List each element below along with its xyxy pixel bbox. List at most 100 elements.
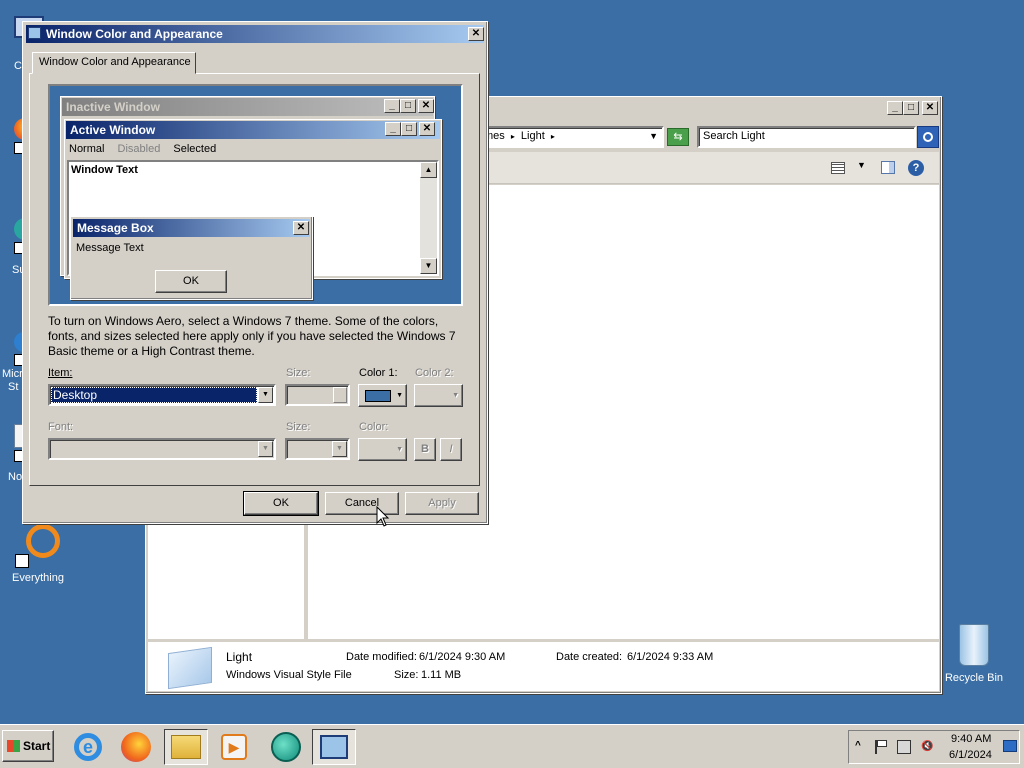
firefox-icon xyxy=(121,732,151,762)
scroll-down-icon: ▼ xyxy=(420,258,437,274)
help-icon[interactable]: ? xyxy=(908,160,924,176)
size-value: 1.11 MB xyxy=(421,669,462,681)
preview-menu-bar: Normal Disabled Selected xyxy=(69,143,216,155)
color2-picker: ▼ xyxy=(414,384,463,407)
preview-active-title-bar: Active Window xyxy=(66,121,440,139)
date-created-value: 6/1/2024 9:33 AM xyxy=(627,651,714,663)
preview-msgbox-title-bar: Message Box xyxy=(73,219,310,237)
everything-icon xyxy=(26,524,60,558)
recycle-bin-label: Recycle Bin xyxy=(944,672,1004,684)
display-settings-icon xyxy=(320,735,348,759)
tab-label: Window Color and Appearance xyxy=(39,56,191,68)
windows-logo-icon xyxy=(7,740,20,752)
taskbar-media-player[interactable]: ▶ xyxy=(212,729,256,765)
chevron-down-icon: ▼ xyxy=(396,446,403,453)
details-pane: Light Windows Visual Style File Date mod… xyxy=(148,642,939,691)
dialog-title-bar: Window Color and Appearance xyxy=(26,25,484,43)
bold-button: B xyxy=(414,438,436,461)
chevron-down-icon[interactable]: ▼ xyxy=(258,387,273,403)
item-selected-value: Desktop xyxy=(51,387,257,403)
shortcut-arrow-icon xyxy=(15,554,29,568)
desktop-icon-label: St xyxy=(8,381,19,393)
folder-icon xyxy=(171,735,201,759)
desktop-icon-label: No xyxy=(8,471,23,483)
minimize-button[interactable]: _ xyxy=(887,101,903,115)
close-button: ✕ xyxy=(293,221,309,235)
view-options-icon[interactable] xyxy=(831,162,845,174)
recycle-bin-desktop-icon[interactable]: Recycle Bin xyxy=(936,624,1012,684)
search-input[interactable]: Search Light xyxy=(697,126,916,148)
preview-msgbox-ok-button: OK xyxy=(155,270,227,293)
everything-desktop-icon[interactable]: Everything xyxy=(0,524,76,584)
messenger-icon xyxy=(271,732,301,762)
display-settings-icon xyxy=(28,27,41,39)
color1-swatch xyxy=(365,390,391,402)
aero-info-text: To turn on Windows Aero, select a Window… xyxy=(48,314,456,358)
breadcrumb-current[interactable]: Light xyxy=(521,130,545,142)
preview-pane-icon[interactable] xyxy=(881,161,895,174)
minimize-button: _ xyxy=(384,99,400,113)
taskbar-messenger[interactable] xyxy=(264,729,308,765)
maximize-button: □ xyxy=(400,99,416,113)
maximize-button: □ xyxy=(401,122,417,136)
search-icon xyxy=(923,132,933,142)
item-dropdown[interactable]: Desktop ▼ xyxy=(48,384,276,406)
spinner-arrows-icon xyxy=(333,387,347,403)
preview-scrollbar: ▲ ▼ xyxy=(420,162,437,274)
refresh-button[interactable]: ⇆ xyxy=(667,128,689,146)
show-hidden-icons-icon[interactable]: ^ xyxy=(855,740,861,751)
preview-active-title: Active Window xyxy=(70,123,156,137)
close-button: ✕ xyxy=(418,99,434,113)
color2-label: Color 2: xyxy=(415,367,454,379)
tab-page: Inactive Window _ □ ✕ Active Window _ □ … xyxy=(29,73,480,486)
clock-date[interactable]: 6/1/2024 xyxy=(949,749,992,761)
taskbar-firefox[interactable] xyxy=(114,729,158,765)
color1-picker[interactable]: ▼ xyxy=(358,384,407,407)
font-color-picker: ▼ xyxy=(358,438,407,461)
show-desktop-icon[interactable] xyxy=(1003,740,1017,752)
close-button[interactable]: ✕ xyxy=(468,27,484,41)
taskbar: Start e ▶ ^ 🔇 9:40 AM 6/1/2024 xyxy=(0,724,1024,768)
taskbar-file-explorer[interactable] xyxy=(164,729,208,765)
network-icon[interactable] xyxy=(897,740,911,754)
file-type: Windows Visual Style File xyxy=(226,669,352,681)
font-size-label: Size: xyxy=(286,421,311,433)
preview-inactive-title-bar: Inactive Window xyxy=(62,98,433,116)
preview-menu-disabled: Disabled xyxy=(117,143,161,155)
chevron-down-icon: ▼ xyxy=(332,441,347,457)
chevron-down-icon: ▼ xyxy=(258,441,273,457)
preview-menu-selected: Selected xyxy=(173,143,217,155)
taskbar-display-settings[interactable] xyxy=(312,729,356,765)
taskbar-internet-explorer[interactable]: e xyxy=(66,729,110,765)
date-modified-label: Date modified: xyxy=(346,651,417,663)
tab-window-color-and-appearance[interactable]: Window Color and Appearance xyxy=(32,52,196,74)
breadcrumb-separator-icon[interactable]: ▸ xyxy=(551,132,555,141)
item-size-spinner xyxy=(285,384,350,406)
internet-explorer-icon: e xyxy=(74,733,102,761)
preview-window-text: Window Text xyxy=(71,164,138,176)
scroll-up-icon: ▲ xyxy=(420,162,437,178)
italic-button: I xyxy=(440,438,462,461)
font-size-dropdown: ▼ xyxy=(285,438,350,460)
color1-label: Color 1: xyxy=(359,367,398,379)
ok-button[interactable]: OK xyxy=(243,491,319,516)
date-modified-value: 6/1/2024 9:30 AM xyxy=(419,651,506,663)
chevron-down-icon: ▼ xyxy=(452,392,459,399)
volume-muted-icon[interactable]: 🔇 xyxy=(921,740,935,754)
font-label: Font: xyxy=(48,421,74,433)
start-button[interactable]: Start xyxy=(2,730,54,762)
apply-button: Apply xyxy=(405,492,479,515)
search-button[interactable] xyxy=(917,126,939,148)
item-size-label: Size: xyxy=(286,367,311,379)
start-label: Start xyxy=(23,739,51,753)
breadcrumb-separator-icon[interactable]: ▸ xyxy=(511,132,515,141)
close-button[interactable]: ✕ xyxy=(922,101,938,115)
visual-style-file-icon xyxy=(168,646,212,690)
view-dropdown-icon[interactable]: ▼ xyxy=(857,160,866,170)
preview-area: Inactive Window _ □ ✕ Active Window _ □ … xyxy=(48,84,463,306)
media-player-icon: ▶ xyxy=(221,734,247,760)
address-dropdown-icon[interactable]: ▼ xyxy=(649,128,658,144)
clock-time[interactable]: 9:40 AM xyxy=(951,733,991,745)
action-center-flag-icon[interactable] xyxy=(875,740,887,754)
maximize-button[interactable]: □ xyxy=(903,101,919,115)
